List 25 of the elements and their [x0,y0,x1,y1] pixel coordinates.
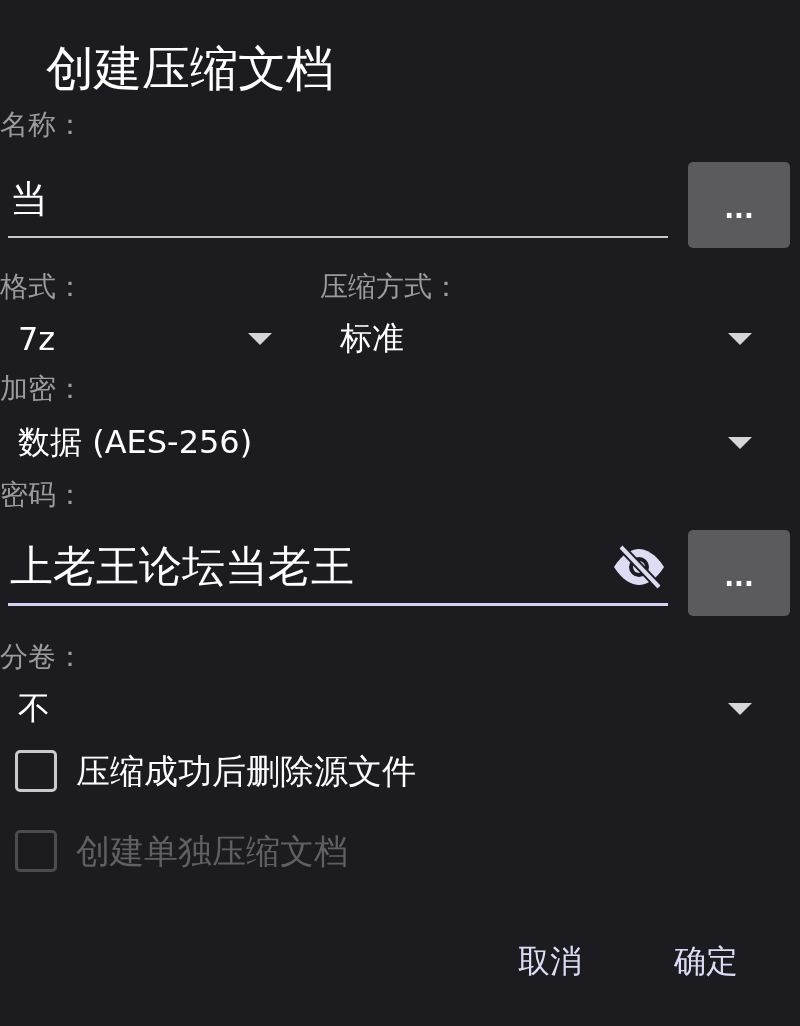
format-dropdown[interactable]: 7z [0,314,290,364]
browse-button[interactable]: ... [688,162,790,248]
compression-label: 压缩方式： [320,270,460,304]
confirm-button[interactable]: 确定 [658,934,754,990]
dropdown-arrow-icon [728,437,752,449]
encryption-dropdown[interactable]: 数据 (AES-256) [0,418,770,468]
cancel-button[interactable]: 取消 [502,934,598,990]
password-label: 密码： [0,478,84,512]
checkbox-label: 创建单独压缩文档 [76,830,348,872]
checkbox-label[interactable]: 压缩成功后删除源文件 [76,750,416,792]
dialog-title: 创建压缩文档 [46,42,334,94]
dropdown-arrow-icon [728,703,752,715]
compression-dropdown[interactable]: 标准 [320,314,770,364]
volumes-dropdown[interactable]: 不 [0,684,770,734]
password-field[interactable]: 上老王论坛当老王 [8,530,668,606]
checkbox[interactable] [15,750,57,792]
eye-slash-icon[interactable] [612,543,666,590]
dropdown-arrow-icon [248,333,272,345]
name-field[interactable]: 当 [8,162,668,238]
volumes-label: 分卷： [0,640,84,674]
format-label: 格式： [0,270,84,304]
dropdown-arrow-icon [728,333,752,345]
browse-button[interactable]: ... [688,530,790,616]
encryption-label: 加密： [0,372,84,406]
name-label: 名称： [0,108,84,142]
